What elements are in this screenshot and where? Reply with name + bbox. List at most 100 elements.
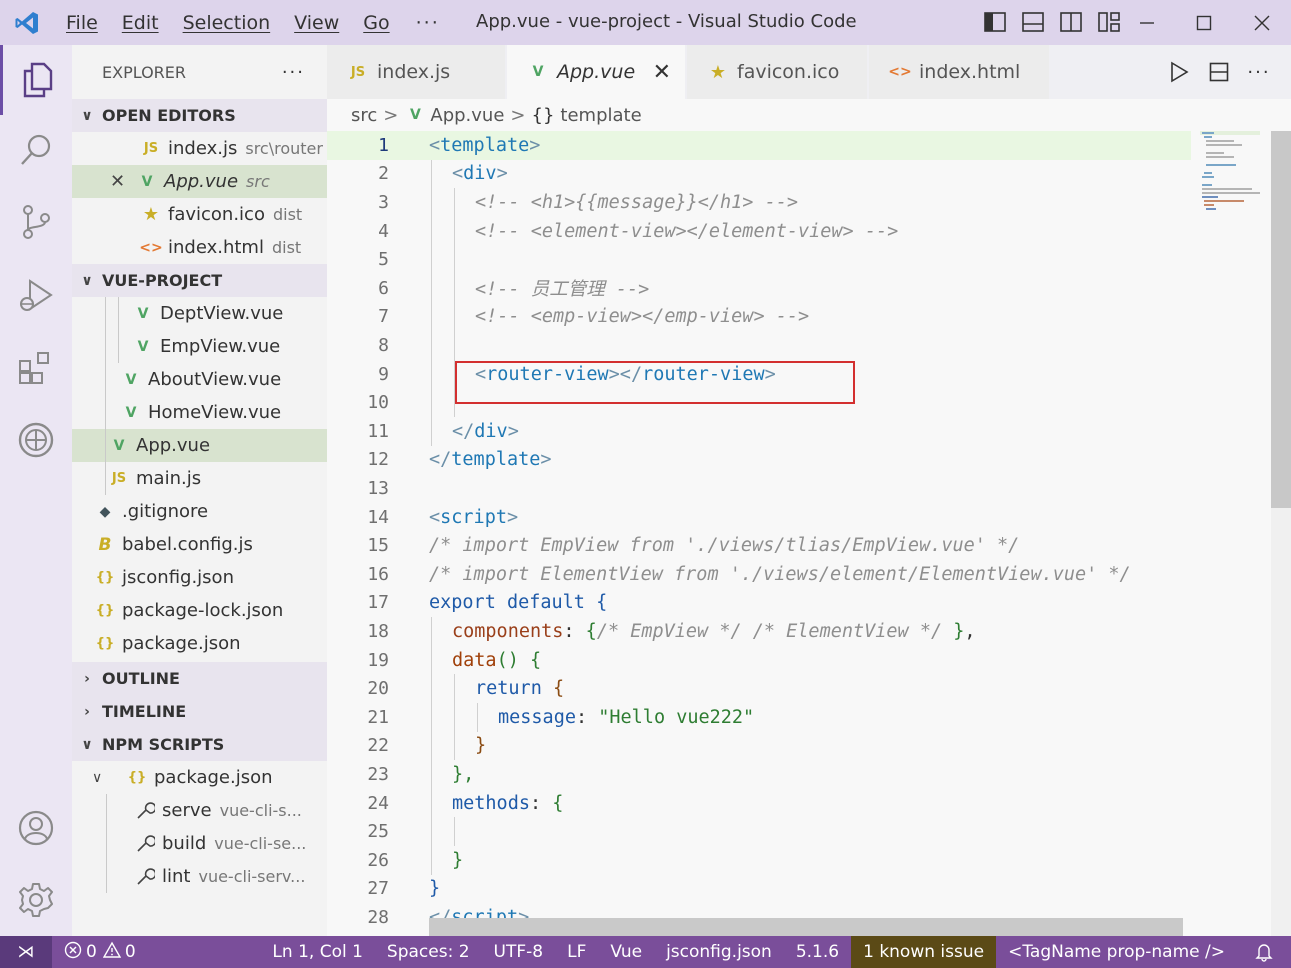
- line-number: 14: [367, 506, 389, 528]
- explorer-title: EXPLORER: [102, 62, 186, 82]
- open-editor-index-html[interactable]: <> index.html dist: [72, 231, 327, 264]
- vue-file-icon: V: [125, 371, 137, 388]
- menu-go[interactable]: Go: [351, 12, 401, 34]
- layout-controls: [983, 10, 1121, 34]
- file-empview-vue[interactable]: V EmpView.vue: [72, 330, 327, 363]
- file-aboutview-vue[interactable]: V AboutView.vue: [72, 363, 327, 396]
- outline-header[interactable]: › OUTLINE: [72, 662, 327, 695]
- breadcrumb-app-vue[interactable]: App.vue: [430, 105, 504, 126]
- script-name: build: [162, 833, 207, 854]
- code-line: 19 data() {: [327, 645, 1191, 675]
- file-jsconfig-json[interactable]: {} jsconfig.json: [72, 561, 327, 594]
- menu-view[interactable]: View: [282, 12, 351, 34]
- minimize-icon[interactable]: [1118, 0, 1176, 45]
- scrollbar-thumb[interactable]: [1271, 131, 1291, 508]
- toggle-panel-icon[interactable]: [1021, 10, 1045, 34]
- npm-script-serve[interactable]: serve vue-cli-s...: [72, 794, 327, 827]
- source-control-icon[interactable]: [0, 187, 72, 257]
- menu-file[interactable]: File: [54, 12, 110, 34]
- code-line: 17 export default {: [327, 589, 1191, 618]
- explorer-more-button[interactable]: ···: [282, 62, 305, 83]
- horizontal-scrollbar[interactable]: [429, 918, 1183, 936]
- indentation[interactable]: Spaces: 2: [375, 936, 482, 968]
- npm-script-lint[interactable]: lint vue-cli-serv...: [72, 860, 327, 893]
- settings-gear-icon[interactable]: [0, 865, 72, 935]
- open-editor-index-js[interactable]: JS index.js src\router: [72, 132, 327, 165]
- token: {: [585, 620, 597, 642]
- close-window-icon[interactable]: [1233, 0, 1291, 45]
- known-issue-badge[interactable]: 1 known issue: [851, 936, 997, 968]
- breadcrumb-template[interactable]: template: [560, 105, 641, 126]
- npm-package-json[interactable]: ∨ package.json {} package.json: [72, 761, 327, 794]
- split-editor-icon[interactable]: [1207, 60, 1231, 84]
- close-tab-icon[interactable]: ✕: [653, 60, 671, 85]
- menu-more-button[interactable]: ···: [402, 12, 454, 34]
- toggle-primary-sidebar-icon[interactable]: [983, 10, 1007, 34]
- breadcrumb-separator: >: [510, 104, 526, 126]
- menu-edit[interactable]: Edit: [110, 12, 171, 34]
- file-deptview-vue[interactable]: V DeptView.vue: [72, 297, 327, 330]
- npm-scripts-title: NPM SCRIPTS: [102, 735, 225, 754]
- search-icon[interactable]: [0, 115, 72, 185]
- file-app-vue[interactable]: V App.vue: [72, 429, 327, 462]
- open-editors-header[interactable]: ∨ OPEN EDITORS: [72, 99, 327, 132]
- run-icon[interactable]: [1167, 60, 1191, 84]
- open-editor-app-vue[interactable]: ✕ V App.vue src: [72, 165, 327, 198]
- line-number: 28: [367, 906, 389, 928]
- remote-explorer-icon[interactable]: [0, 405, 72, 475]
- vertical-scrollbar[interactable]: [1271, 131, 1291, 936]
- file-babel-config[interactable]: B babel.config.js: [72, 528, 327, 561]
- jsconfig-indicator[interactable]: jsconfig.json: [654, 936, 784, 968]
- tab-index-html[interactable]: <> index.html: [869, 45, 1049, 99]
- vue-file-icon: V: [532, 64, 544, 80]
- line-number: 21: [367, 706, 389, 728]
- cursor-position[interactable]: Ln 1, Col 1: [260, 936, 375, 968]
- close-icon[interactable]: ✕: [110, 171, 136, 192]
- code-line: 3 <!-- <h1>{{message}}</h1> -->: [327, 188, 1191, 217]
- code-line: 16 /* import ElementView from './views/e…: [327, 560, 1191, 589]
- timeline-title: TIMELINE: [102, 702, 187, 721]
- line-number: 2: [378, 163, 389, 185]
- file-package-json[interactable]: {} package.json: [72, 627, 327, 660]
- tree-guide: [105, 297, 106, 330]
- file-gitignore[interactable]: ◆ .gitignore: [72, 495, 327, 528]
- file-name: EmpView.vue: [160, 336, 281, 357]
- timeline-header[interactable]: › TIMELINE: [72, 695, 327, 728]
- menu-selection[interactable]: Selection: [171, 12, 283, 34]
- tab-favicon[interactable]: ★ favicon.ico: [687, 45, 867, 99]
- remote-indicator-icon[interactable]: ⋊: [0, 936, 52, 968]
- vue-project-header[interactable]: ∨ VUE-PROJECT: [72, 264, 327, 297]
- code-line: 24 methods: {: [327, 788, 1191, 818]
- maximize-icon[interactable]: [1175, 0, 1233, 45]
- tagname-case-indicator[interactable]: <TagName prop-name />: [996, 936, 1237, 968]
- file-homeview-vue[interactable]: V HomeView.vue: [72, 396, 327, 429]
- run-debug-icon[interactable]: [0, 261, 72, 331]
- file-main-js[interactable]: JS main.js: [72, 462, 327, 495]
- file-package-lock-json[interactable]: {} package-lock.json: [72, 594, 327, 627]
- token: },: [452, 763, 475, 785]
- code-line: 15 /* import EmpView from './views/tlias…: [327, 531, 1191, 560]
- typescript-version[interactable]: 5.1.6: [784, 936, 851, 968]
- toggle-secondary-sidebar-icon[interactable]: [1059, 10, 1083, 34]
- problems-indicator[interactable]: 0 0: [52, 936, 148, 968]
- file-path: src\router: [245, 139, 323, 158]
- tab-index-js[interactable]: JS index.js: [327, 45, 505, 99]
- encoding[interactable]: UTF-8: [482, 936, 556, 968]
- open-editor-favicon[interactable]: ★ favicon.ico dist: [72, 198, 327, 231]
- code-editor[interactable]: 1 <template> 2 <div> 3 <!-- <h1>{{messag…: [327, 131, 1271, 936]
- end-of-line[interactable]: LF: [555, 936, 598, 968]
- extensions-icon[interactable]: [0, 333, 72, 403]
- notifications-bell-icon[interactable]: [1237, 936, 1291, 968]
- minimap[interactable]: [1200, 131, 1270, 211]
- breadcrumb-src[interactable]: src: [351, 105, 377, 126]
- token: {: [541, 678, 565, 700]
- explorer-icon[interactable]: [0, 45, 72, 115]
- accounts-icon[interactable]: [0, 793, 72, 863]
- npm-scripts-header[interactable]: ∨ NPM SCRIPTS: [72, 728, 327, 761]
- tree-guide: [105, 462, 106, 495]
- more-actions-icon[interactable]: ···: [1245, 60, 1273, 84]
- language-mode[interactable]: Vue: [598, 936, 654, 968]
- file-name: package.json: [122, 633, 241, 654]
- npm-script-build[interactable]: build vue-cli-se...: [72, 827, 327, 860]
- tab-app-vue[interactable]: V App.vue ✕: [507, 45, 685, 99]
